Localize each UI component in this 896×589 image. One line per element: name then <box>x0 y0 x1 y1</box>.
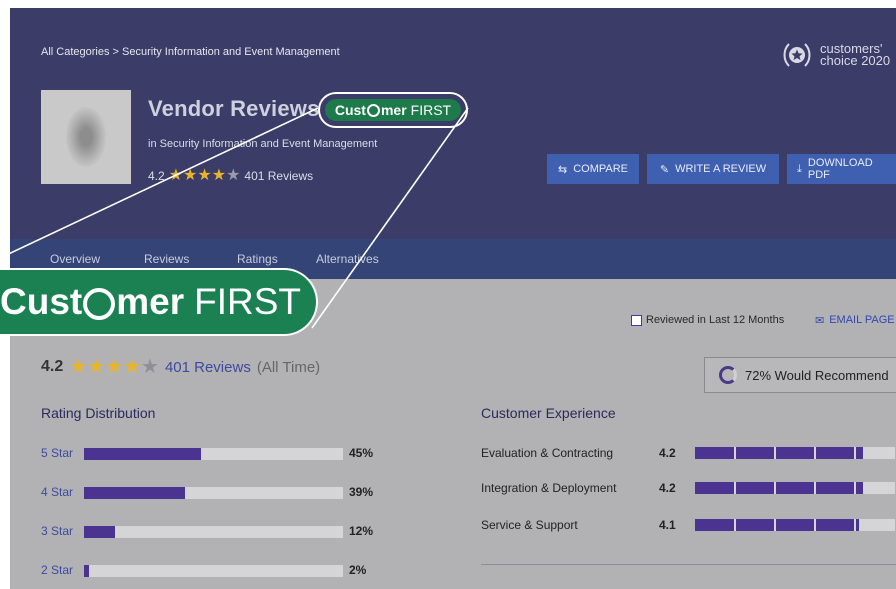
distribution-track <box>84 526 343 538</box>
vendor-logo <box>41 90 131 184</box>
experience-row: Evaluation & Contracting 4.2 <box>481 446 896 460</box>
distribution-percent: 45% <box>349 446 374 460</box>
star-icon: ★ <box>197 167 212 184</box>
experience-fill <box>695 519 859 531</box>
write-review-button[interactable]: ✎ WRITE A REVIEW <box>647 154 779 184</box>
progress-ring-icon <box>719 366 737 384</box>
recommend-badge: 72% Would Recommend <box>704 357 896 393</box>
distribution-label[interactable]: 4 Star <box>41 485 73 499</box>
experience-value: 4.2 <box>659 481 676 495</box>
experience-row: Service & Support 4.1 <box>481 518 896 532</box>
distribution-label[interactable]: 5 Star <box>41 446 73 460</box>
vendor-rating: 4.2 ★ ★ ★ ★ ★ 401 Reviews <box>148 168 313 184</box>
vendor-rating-value: 4.2 <box>148 169 165 183</box>
vendor-category: in Security Information and Event Manage… <box>148 138 378 150</box>
mail-icon: ✉ <box>815 315 825 327</box>
cf-large-light: FIRST <box>194 281 302 322</box>
download-icon: ⤓ <box>797 162 802 175</box>
customers-choice-badge: customers' choice 2020 <box>780 38 890 72</box>
distribution-percent: 2% <box>349 563 367 577</box>
distribution-label[interactable]: 2 Star <box>41 563 73 577</box>
rating-distribution-title: Rating Distribution <box>41 405 156 421</box>
recommend-text: 72% Would Recommend <box>745 367 889 383</box>
experience-track <box>695 519 895 531</box>
experience-value: 4.1 <box>659 518 676 532</box>
checkbox[interactable] <box>631 314 642 326</box>
cf-large-bold: Cust <box>0 281 83 322</box>
star-icon: ★ <box>211 167 227 184</box>
star-icon: ★ <box>183 167 198 184</box>
star-icon: ★ <box>123 356 141 378</box>
experience-value: 4.2 <box>659 446 676 460</box>
star-empty-icon: ★ <box>141 356 159 378</box>
distribution-track <box>84 565 343 577</box>
cf-small-bold-2: mer <box>380 102 407 118</box>
badge-line-2: choice 2020 <box>820 53 891 68</box>
compare-arrows-icon: ⇆ <box>557 163 568 176</box>
last-12-months-filter[interactable]: Reviewed in Last 12 Months <box>631 314 784 326</box>
distribution-percent: 39% <box>349 485 374 499</box>
distribution-fill <box>84 487 185 499</box>
distribution-track <box>84 487 343 499</box>
cf-o-icon <box>83 288 116 320</box>
star-icon: ★ <box>87 356 106 378</box>
vendor-header: All Categories > Security Information an… <box>10 8 896 239</box>
distribution-row[interactable]: 3 Star 12% <box>41 524 381 538</box>
experience-fill <box>695 482 863 494</box>
divider <box>481 564 896 565</box>
edit-icon: ✎ <box>659 163 670 176</box>
tab-ratings[interactable]: Ratings <box>237 252 278 266</box>
experience-label: Integration & Deployment <box>481 481 617 495</box>
experience-track <box>695 482 895 494</box>
cf-large-bold-2: mer <box>116 281 185 322</box>
cf-small-light: FIRST <box>410 102 452 118</box>
vendor-star-rating: ★ ★ ★ ★ ★ <box>169 168 241 184</box>
experience-row: Integration & Deployment 4.2 <box>481 481 896 495</box>
distribution-row[interactable]: 2 Star 2% <box>41 563 381 577</box>
vendor-review-count[interactable]: 401 Reviews <box>244 169 313 183</box>
rating-period: (All Time) <box>256 358 321 376</box>
customer-experience-title: Customer Experience <box>481 405 616 421</box>
tab-overview[interactable]: Overview <box>50 252 100 266</box>
experience-fill <box>695 447 863 459</box>
distribution-fill <box>84 565 90 577</box>
experience-track <box>695 447 895 459</box>
filter-label: Reviewed in Last 12 Months <box>646 314 785 326</box>
cf-small-bold: Cust <box>334 102 366 118</box>
star-icon: ★ <box>105 356 124 378</box>
distribution-row[interactable]: 5 Star 45% <box>41 446 381 460</box>
star-icon: ★ <box>168 167 184 184</box>
distribution-label[interactable]: 3 Star <box>41 524 73 538</box>
laurel-star-icon <box>783 43 811 67</box>
download-pdf-button[interactable]: ⤓ DOWNLOAD PDF <box>787 154 896 184</box>
page-title: Vendor Reviews <box>148 96 320 121</box>
star-empty-icon: ★ <box>226 167 241 184</box>
distribution-fill <box>84 526 116 538</box>
email-page-link[interactable]: ✉ EMAIL PAGE <box>815 314 895 327</box>
customer-first-badge-large: Cust mer FIRST <box>0 268 318 336</box>
experience-label: Service & Support <box>481 518 578 532</box>
compare-button[interactable]: ⇆ COMPARE <box>547 154 639 184</box>
customer-first-badge-small: Cust mer FIRST <box>318 92 468 128</box>
reviews-link[interactable]: 401 Reviews <box>165 359 251 376</box>
star-icon: ★ <box>69 356 88 378</box>
distribution-track <box>84 448 343 460</box>
distribution-percent: 12% <box>349 524 374 538</box>
breadcrumb[interactable]: All Categories > Security Information an… <box>41 46 340 58</box>
overall-star-rating: ★ ★ ★ ★ ★ <box>69 357 159 377</box>
overall-rating: 4.2 ★ ★ ★ ★ ★ 401 Reviews (All Time) <box>41 357 320 377</box>
overall-rating-value: 4.2 <box>41 358 64 375</box>
distribution-fill <box>84 448 201 460</box>
experience-label: Evaluation & Contracting <box>481 446 614 460</box>
tab-alternatives[interactable]: Alternatives <box>316 252 379 266</box>
tab-reviews[interactable]: Reviews <box>144 252 189 266</box>
distribution-row[interactable]: 4 Star 39% <box>41 485 381 499</box>
cf-small-o-icon <box>366 103 380 117</box>
